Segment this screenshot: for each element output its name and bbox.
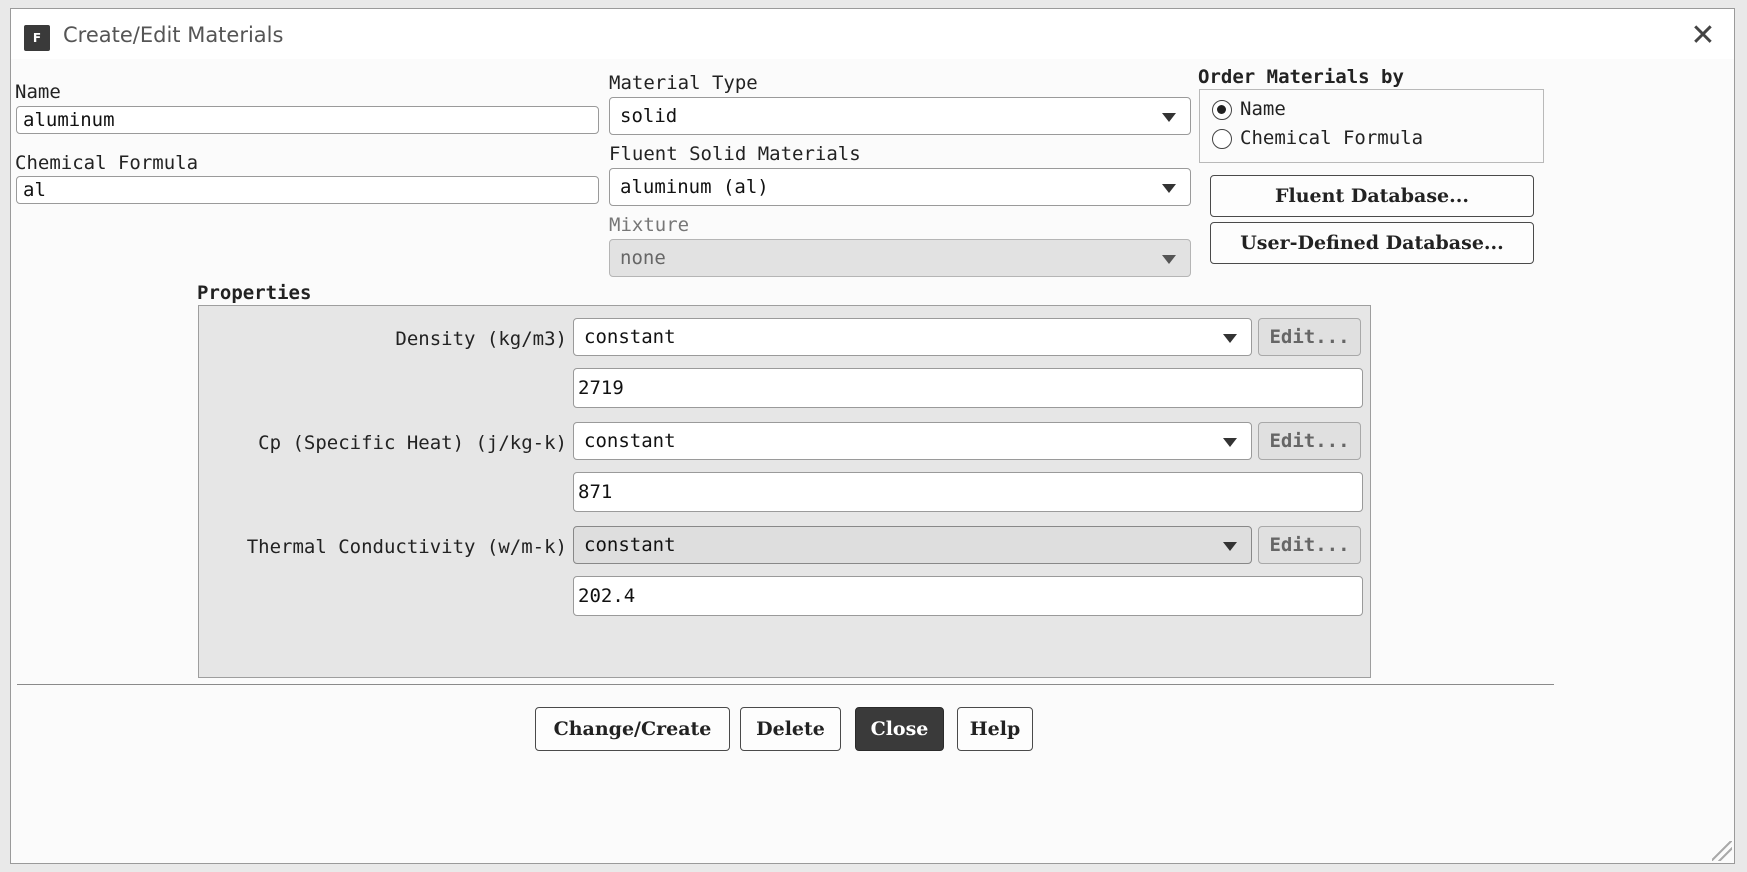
- thermal-conductivity-method-value: constant: [584, 534, 676, 556]
- density-label: Density (kg/m3): [395, 328, 567, 350]
- order-materials-group: Name Chemical Formula: [1199, 89, 1544, 163]
- chevron-down-icon: [1223, 334, 1237, 343]
- cp-edit-button[interactable]: Edit...: [1258, 422, 1361, 460]
- cp-method-dropdown[interactable]: constant: [573, 422, 1252, 460]
- mixture-dropdown: none: [609, 239, 1191, 277]
- thermal-conductivity-value-field[interactable]: 202.4: [573, 576, 1363, 616]
- density-method-dropdown[interactable]: constant: [573, 318, 1252, 356]
- name-input[interactable]: [16, 106, 599, 134]
- conductivity-label-wrap: Thermal Conductivity (w/m-k): [199, 536, 567, 562]
- cp-value-field[interactable]: 871: [573, 472, 1363, 512]
- order-by-name-option[interactable]: Name: [1212, 96, 1286, 122]
- mixture-label: Mixture: [609, 214, 690, 236]
- mixture-value: none: [620, 247, 666, 269]
- fluent-solid-materials-dropdown[interactable]: aluminum (al): [609, 168, 1191, 206]
- order-by-formula-option[interactable]: Chemical Formula: [1212, 125, 1423, 151]
- material-type-label: Material Type: [609, 72, 758, 94]
- close-button[interactable]: Close: [855, 707, 944, 751]
- chemical-formula-label: Chemical Formula: [15, 152, 199, 174]
- chevron-down-icon: [1162, 255, 1176, 264]
- fluent-solid-materials-label: Fluent Solid Materials: [609, 143, 861, 165]
- chemical-formula-input[interactable]: [16, 176, 599, 204]
- chevron-down-icon: [1162, 184, 1176, 193]
- material-type-dropdown[interactable]: solid: [609, 97, 1191, 135]
- density-value-field[interactable]: 2719: [573, 368, 1363, 408]
- footer-divider: [17, 684, 1554, 685]
- cp-method-value: constant: [584, 430, 676, 452]
- thermal-conductivity-label: Thermal Conductivity (w/m-k): [246, 536, 567, 558]
- change-create-button[interactable]: Change/Create: [535, 707, 730, 751]
- window-title: Create/Edit Materials: [63, 23, 284, 47]
- order-by-name-label: Name: [1240, 98, 1286, 120]
- properties-label: Properties: [197, 282, 312, 304]
- thermal-conductivity-method-dropdown[interactable]: constant: [573, 526, 1252, 564]
- chevron-down-icon: [1223, 542, 1237, 551]
- delete-button[interactable]: Delete: [740, 707, 841, 751]
- chevron-down-icon: [1223, 438, 1237, 447]
- close-window-icon[interactable]: ✕: [1686, 19, 1720, 53]
- fluent-database-button[interactable]: Fluent Database...: [1210, 175, 1534, 217]
- radio-checked-icon[interactable]: [1212, 99, 1232, 120]
- resize-grip-icon[interactable]: [1712, 841, 1732, 861]
- title-bar: F Create/Edit Materials ✕: [11, 9, 1734, 59]
- cp-label: Cp (Specific Heat) (j/kg-k): [258, 432, 567, 454]
- fluent-app-icon: F: [24, 25, 50, 51]
- density-edit-button[interactable]: Edit...: [1258, 318, 1361, 356]
- properties-panel: Density (kg/m3) constant Edit... 2719 Cp…: [198, 305, 1371, 678]
- cp-label-wrap: Cp (Specific Heat) (j/kg-k): [199, 432, 567, 458]
- density-label-wrap: Density (kg/m3): [199, 328, 567, 354]
- name-label: Name: [15, 81, 61, 103]
- thermal-conductivity-edit-button[interactable]: Edit...: [1258, 526, 1361, 564]
- help-button[interactable]: Help: [957, 707, 1033, 751]
- material-type-value: solid: [620, 105, 678, 127]
- order-by-formula-label: Chemical Formula: [1240, 127, 1424, 149]
- density-method-value: constant: [584, 326, 676, 348]
- fluent-solid-materials-value: aluminum (al): [620, 176, 769, 198]
- order-materials-by-label: Order Materials by: [1198, 66, 1404, 88]
- create-edit-materials-dialog: F Create/Edit Materials ✕ Name Chemical …: [10, 8, 1735, 864]
- user-defined-database-button[interactable]: User-Defined Database...: [1210, 222, 1534, 264]
- radio-unchecked-icon[interactable]: [1212, 128, 1232, 149]
- chevron-down-icon: [1162, 113, 1176, 122]
